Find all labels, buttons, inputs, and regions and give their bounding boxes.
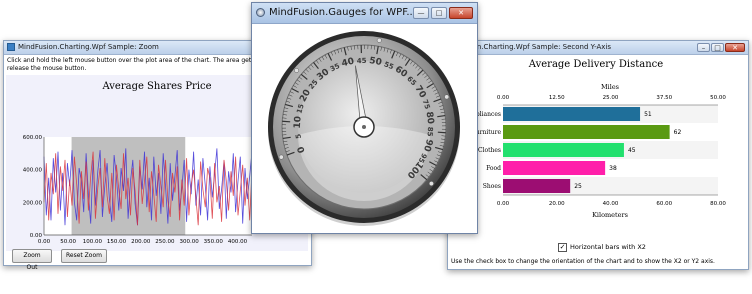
oval-gauge[interactable]: 05101520253035 40 45 50 55606570758085909510… — [252, 24, 477, 233]
x-tick-label: 400.00 — [228, 239, 248, 245]
x-tick-label: 60.00 — [656, 201, 672, 207]
horizontal-bars-checkbox-label: Horizontal bars with X2 — [570, 243, 646, 251]
gauge-maximize-button[interactable]: □ — [431, 7, 447, 19]
second-axis-hint: Use the check box to change the orientat… — [451, 258, 715, 265]
y-tick-label: 200.00 — [23, 200, 43, 206]
bezel-stud — [444, 94, 450, 100]
dial-label: 80 — [424, 111, 436, 125]
gauge-minimize-button[interactable]: — — [413, 7, 429, 19]
x-axis-title: Kilometers — [592, 211, 628, 219]
close-button[interactable]: ✕ — [725, 43, 745, 52]
bar-food — [503, 161, 606, 175]
bar-value-label: 62 — [674, 129, 682, 136]
y-tick-label: 600.00 — [23, 135, 43, 141]
x2-tick-label: 0.00 — [497, 95, 510, 101]
category-label: urniture — [476, 129, 502, 136]
category-label: Clothes — [478, 147, 501, 154]
app-icon — [7, 43, 15, 51]
bar-value-label: 38 — [609, 165, 617, 172]
bar-chart[interactable]: Average Delivery Distance Miles 0.00 12.50 2… — [448, 55, 746, 241]
bar-chart-area: Average Delivery Distance Miles 0.00 12.50 2… — [448, 55, 746, 241]
zoom-instructions-line2: release the mouse button. — [7, 65, 87, 72]
major-tick — [282, 120, 291, 123]
gauge-window: MindFusion.Gauges for WPF... — □ ✕ 0 5 10 1… — [251, 2, 478, 234]
major-tick — [437, 131, 446, 134]
gauge-titlebar[interactable]: MindFusion.Gauges for WPF... — □ ✕ — [252, 3, 477, 24]
x2-tick-label: 37.50 — [656, 95, 672, 101]
reset-zoom-button[interactable]: Reset Zoom — [61, 249, 107, 263]
x-tick-label: 100.00 — [83, 239, 103, 245]
gauge-window-title: MindFusion.Gauges for WPF... — [269, 7, 416, 18]
gauge-hub-center — [362, 125, 366, 129]
second-axis-window-titlebar[interactable]: MindFusion.Charting.Wpf Sample: Second Y… — [442, 41, 748, 55]
x-tick-label: 50.00 — [60, 239, 76, 245]
bar-shoes — [503, 179, 571, 193]
x-tick-label: 0.00 — [497, 201, 510, 207]
second-axis-window: MindFusion.Charting.Wpf Sample: Second Y… — [442, 40, 749, 270]
bar-value-label: 25 — [574, 183, 582, 190]
dial-label: 45 — [357, 57, 367, 65]
dial-label: 85 — [425, 127, 434, 137]
x-tick-label: 150.00 — [107, 239, 127, 245]
zoom-window-title: MindFusion.Charting.Wpf Sample: Zoom — [18, 43, 159, 51]
minimize-button[interactable]: – — [697, 43, 710, 52]
x2-tick-label: 25.00 — [603, 95, 619, 101]
bar-value-label: 45 — [628, 147, 636, 154]
x-tick-label: 300.00 — [179, 239, 199, 245]
dial-label: 50 — [368, 56, 382, 68]
category-label: pliances — [476, 111, 501, 118]
x-tick-label: 250.00 — [155, 239, 175, 245]
bar-value-label: 51 — [644, 111, 652, 118]
bar-chart-title: Average Delivery Distance — [528, 59, 664, 70]
x-tick-label: 40.00 — [603, 201, 619, 207]
bezel-stud — [428, 181, 434, 187]
category-label: Shoes — [483, 183, 501, 190]
y-tick-label: 400.00 — [23, 168, 43, 174]
bar-clothes — [503, 143, 624, 157]
x-tick-label: 20.00 — [549, 201, 565, 207]
x-tick-label: 350.00 — [204, 239, 224, 245]
bar-furniture — [503, 125, 670, 139]
zoom-out-button[interactable]: Zoom Out — [12, 249, 52, 271]
x-tick-label: 0.00 — [38, 239, 51, 245]
x2-tick-label: 12.50 — [549, 95, 565, 101]
x2-axis-title: Miles — [601, 83, 619, 91]
dial-label: 10 — [293, 116, 304, 129]
x2-tick-label: 50.00 — [710, 95, 726, 101]
x-tick-label: 200.00 — [131, 239, 151, 245]
bar-appliances — [503, 107, 641, 121]
horizontal-bars-checkbox[interactable]: ✓ — [558, 243, 567, 252]
gauge-close-button[interactable]: ✕ — [449, 7, 473, 19]
bezel-stud — [278, 154, 284, 160]
gauge-client-area: 0 5 10 15 20 25 30 35 40 45 50 55 60 65 70 75 80 85 90 95 10… — [252, 24, 477, 233]
bezel-stud — [376, 37, 382, 43]
x-tick-label: 80.00 — [710, 201, 726, 207]
gauge-app-icon — [256, 8, 265, 17]
bezel-stud — [294, 67, 300, 73]
maximize-button[interactable]: □ — [711, 43, 724, 52]
category-label: Food — [486, 165, 501, 172]
